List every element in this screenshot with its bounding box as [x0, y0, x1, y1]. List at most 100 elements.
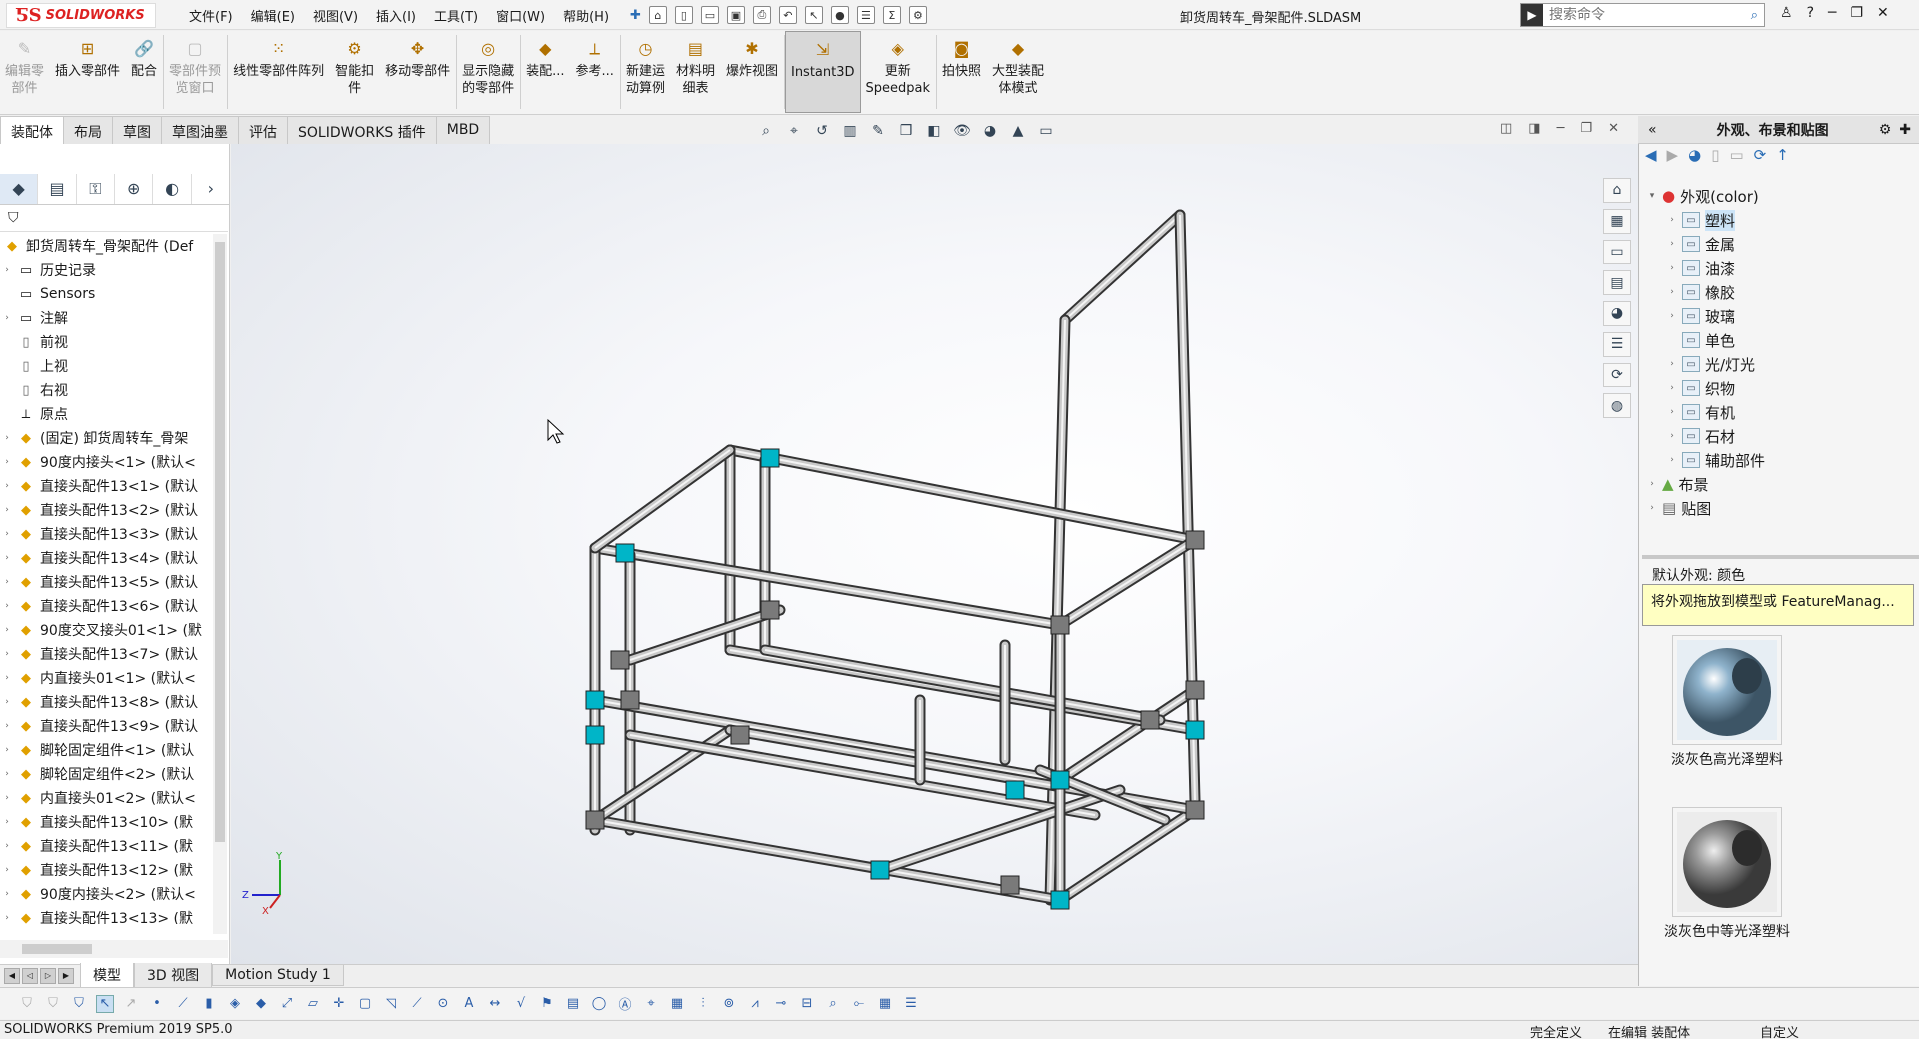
filter-plane-icon[interactable]: ▱: [304, 995, 322, 1013]
menu-file[interactable]: 文件(F): [180, 6, 242, 25]
sum-icon[interactable]: Σ: [882, 6, 901, 24]
frame-connector[interactable]: [1050, 615, 1070, 635]
tree-item[interactable]: › ◆ 直接头配件13<6> (默认: [0, 594, 213, 618]
tree-item[interactable]: › ◆ 直接头配件13<9> (默认: [0, 714, 213, 738]
expand-chevron-icon[interactable]: ›: [1665, 263, 1679, 273]
filter-annotation-icon[interactable]: A: [460, 995, 478, 1013]
graphics-area[interactable]: [231, 144, 1638, 964]
filter-cosmetic-thread-icon[interactable]: ⫶: [694, 995, 712, 1013]
tree-item[interactable]: › ▭ 注解: [0, 306, 213, 330]
hide-show-items-icon[interactable]: 👁: [951, 121, 973, 141]
cm-tab-2[interactable]: 草图: [112, 116, 162, 144]
pane-pin-icon[interactable]: ✚: [1891, 122, 1919, 138]
ribbon-button-7[interactable]: ◎ 显示隐藏 的零部件: [457, 31, 520, 113]
tree-item[interactable]: ▯ 前视: [0, 330, 213, 354]
tree-item[interactable]: ▯ 右视: [0, 378, 213, 402]
expand-chevron-icon[interactable]: ›: [0, 721, 14, 731]
select-other-icon[interactable]: ↗: [122, 995, 140, 1013]
appearance-folder[interactable]: › ▭ 辅助部件: [1645, 448, 1915, 472]
ribbon-button-4[interactable]: ⁙ 线性零部件阵列: [228, 31, 330, 113]
tree-item[interactable]: › ◆ 内直接头01<1> (默认<: [0, 666, 213, 690]
solidworks-logo[interactable]: ƼS SOLIDWORKS: [6, 3, 156, 28]
filter-weldbead-icon[interactable]: ⩘: [746, 995, 764, 1013]
appearance-folder[interactable]: › ▭ 有机: [1645, 400, 1915, 424]
frame-connector[interactable]: [1050, 770, 1070, 790]
menu-help[interactable]: 帮助(H): [554, 6, 618, 25]
frame-connector[interactable]: [585, 725, 605, 745]
tree-item[interactable]: › ◆ 内直接头01<2> (默认<: [0, 786, 213, 810]
appearances-root[interactable]: ▾ ● 外观(color): [1645, 184, 1915, 208]
frame-connector[interactable]: [585, 690, 605, 710]
rebuild-icon[interactable]: ●: [830, 6, 849, 24]
appearance-folder[interactable]: › ▭ 塑料: [1645, 208, 1915, 232]
solidworks-forum-icon[interactable]: ⟳: [1603, 362, 1631, 388]
viewport-split-icon[interactable]: ◫: [1500, 121, 1512, 136]
frame-connector[interactable]: [1185, 800, 1205, 820]
expand-chevron-icon[interactable]: ›: [0, 913, 14, 923]
expand-chevron-icon[interactable]: ›: [0, 529, 14, 539]
zoom-area-icon[interactable]: ⌖: [783, 121, 805, 141]
select-icon[interactable]: ↖: [804, 6, 823, 24]
expand-chevron-icon[interactable]: ›: [0, 841, 14, 851]
frame-connector[interactable]: [730, 725, 750, 745]
menu-view[interactable]: 视图(V): [304, 6, 367, 25]
menu-tools[interactable]: 工具(T): [425, 6, 487, 25]
appearance-sphere-icon[interactable]: ◕: [1688, 146, 1701, 164]
feature-tree-tab-icon[interactable]: ◆: [0, 173, 39, 204]
undo-icon[interactable]: ↶: [778, 6, 797, 24]
frame-tube[interactable]: [1174, 209, 1201, 806]
display-style-icon[interactable]: ◧: [923, 121, 945, 141]
frame-tube[interactable]: [589, 444, 736, 554]
up-level-icon[interactable]: ↑: [1776, 146, 1789, 164]
search-icon[interactable]: ⌕: [1745, 8, 1764, 23]
view-settings-icon[interactable]: ▭: [1035, 121, 1057, 141]
filter-midpoint-icon[interactable]: ⟋: [408, 995, 426, 1013]
frame-connector[interactable]: [610, 650, 630, 670]
tree-filter[interactable]: ⛉: [0, 206, 228, 232]
expand-chevron-icon[interactable]: ›: [0, 481, 14, 491]
search-input[interactable]: [1543, 7, 1745, 23]
expand-chevron-icon[interactable]: ›: [0, 601, 14, 611]
pin-icon[interactable]: ✚: [630, 8, 641, 23]
tree-item[interactable]: › ◆ 直接头配件13<2> (默认: [0, 498, 213, 522]
new-icon[interactable]: ▯: [674, 6, 693, 24]
expand-chevron-icon[interactable]: ›: [0, 457, 14, 467]
ribbon-button-5[interactable]: ⚙ 智能扣 件: [330, 31, 380, 113]
prev-tab-icon[interactable]: ◁: [22, 967, 38, 984]
cart-frame-model[interactable]: [231, 144, 1638, 964]
tree-item[interactable]: › ◆ 直接头配件13<13> (默: [0, 906, 213, 925]
tree-item[interactable]: › ◆ 直接头配件13<10> (默: [0, 810, 213, 834]
viewport-restore-icon[interactable]: ❐: [1580, 121, 1592, 136]
select-pointer-icon[interactable]: ↖: [96, 994, 114, 1013]
solidworks-resources-icon[interactable]: ⌂: [1603, 178, 1631, 203]
ribbon-button-6[interactable]: ✥ 移动零部件: [380, 31, 456, 113]
cm-tab-4[interactable]: 评估: [238, 116, 288, 144]
frame-connector[interactable]: [1000, 875, 1020, 895]
configuration-manager-tab-icon[interactable]: ⚿: [77, 173, 116, 204]
expand-chevron-icon[interactable]: ›: [1665, 407, 1679, 417]
filter-gtol-icon[interactable]: ⌖: [642, 995, 660, 1013]
swatch-high-gloss[interactable]: 淡灰色高光泽塑料: [1657, 635, 1797, 769]
last-tab-icon[interactable]: ▶: [58, 967, 74, 984]
expand-chevron-icon[interactable]: ›: [0, 313, 14, 323]
edit-appearance-icon[interactable]: ◕: [979, 121, 1001, 141]
expand-chevron-icon[interactable]: ›: [0, 649, 14, 659]
next-tab-icon[interactable]: ▷: [40, 967, 56, 984]
search-box[interactable]: ▶ ⌕: [1520, 3, 1765, 27]
ribbon-button-10[interactable]: ◷ 新建运 动算例: [621, 31, 671, 113]
filter-table-icon[interactable]: ▦: [876, 995, 894, 1013]
frame-tube[interactable]: [589, 542, 1066, 631]
view-orientation-icon[interactable]: ❒: [895, 121, 917, 141]
expand-chevron-icon[interactable]: ›: [1665, 239, 1679, 249]
open-icon[interactable]: ▭: [700, 6, 719, 24]
swatch-medium-gloss[interactable]: 淡灰色中等光泽塑料: [1657, 807, 1797, 941]
filter-vertex-icon[interactable]: •: [148, 995, 166, 1013]
tree-item[interactable]: › ◆ (固定) 卸货周转车_骨架: [0, 426, 213, 450]
zoom-to-fit-icon[interactable]: ⌕: [755, 121, 777, 141]
file-properties-icon[interactable]: ☰: [856, 6, 875, 24]
filter-block-icon[interactable]: ▦: [668, 995, 686, 1013]
filter-toggle-icon[interactable]: ⛉: [18, 995, 36, 1013]
filter-dowel-icon[interactable]: ⊸: [772, 995, 790, 1013]
tree-item[interactable]: ▭ Sensors: [0, 282, 213, 306]
frame-tube[interactable]: [1054, 534, 1201, 631]
